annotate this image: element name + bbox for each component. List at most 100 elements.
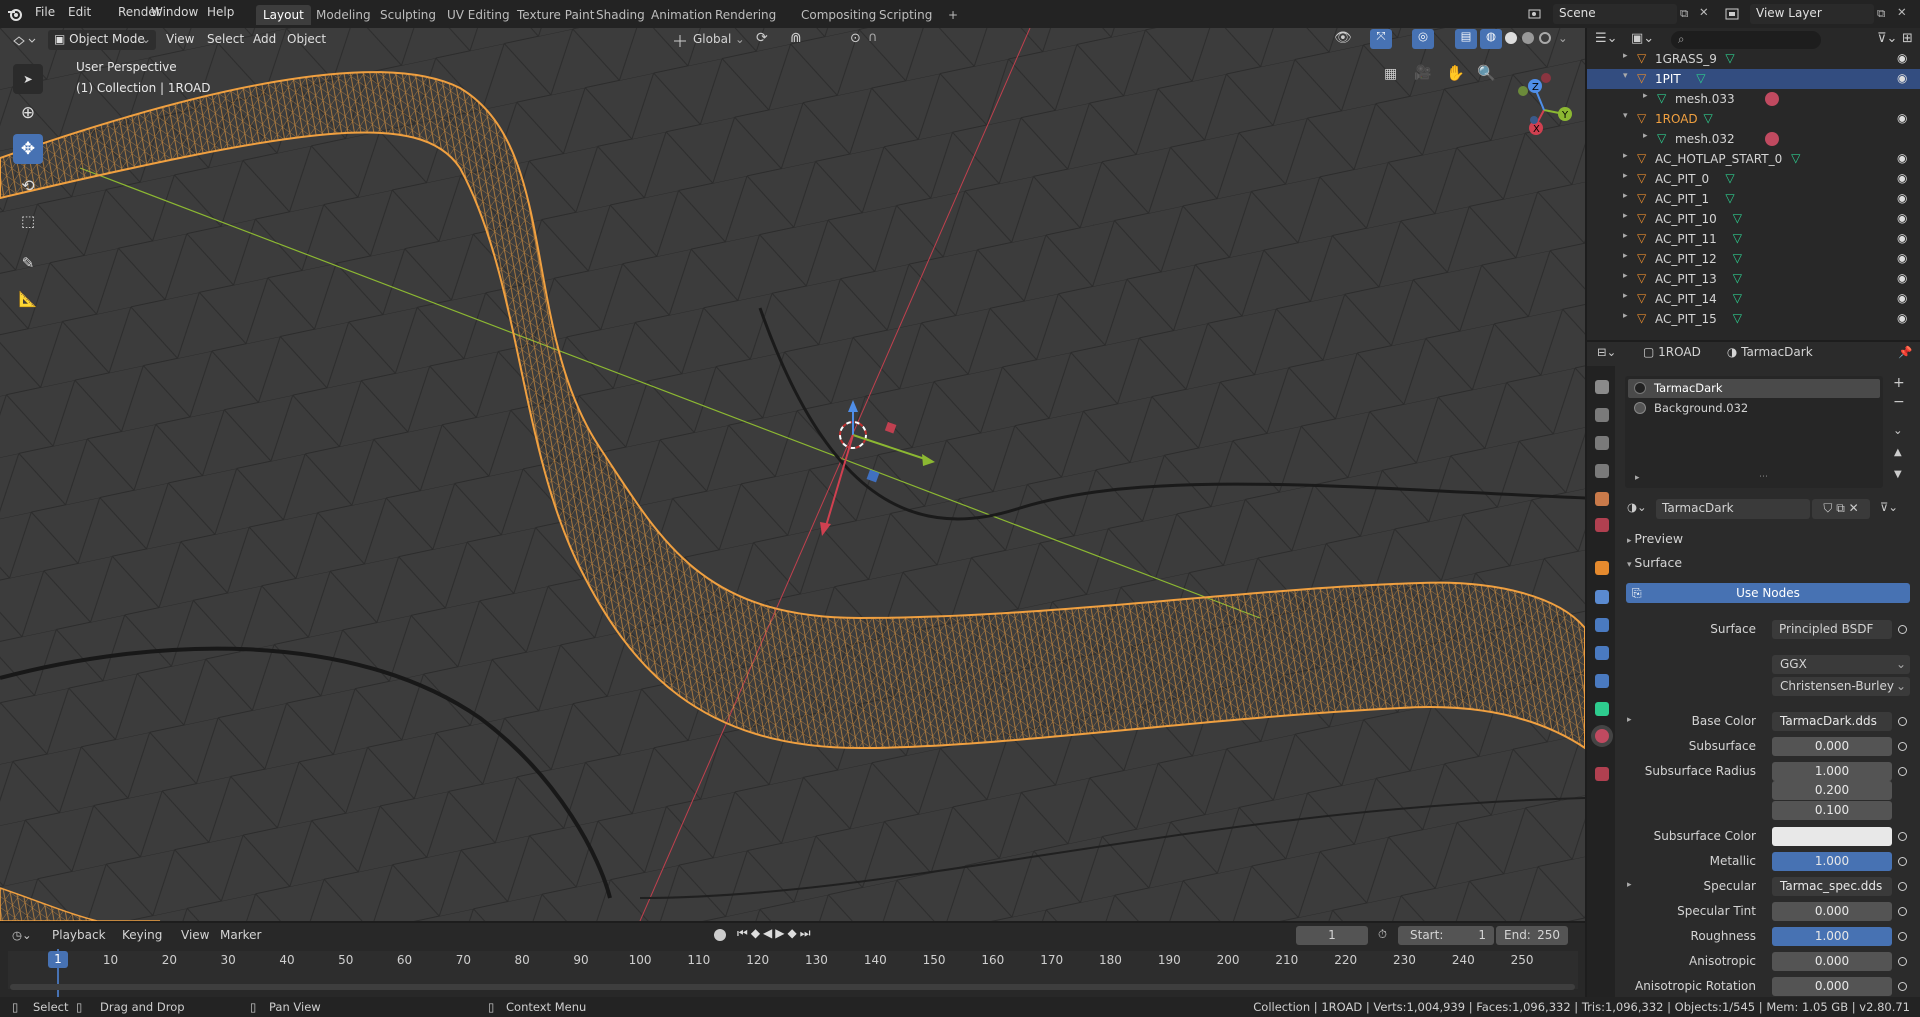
outliner-row[interactable]: ▸ ▽ AC_PIT_14 ▽ ◉ <box>1587 289 1920 309</box>
view-layer-tab-icon[interactable] <box>1595 464 1609 478</box>
move-down-icon[interactable]: ▼ <box>1894 469 1902 480</box>
menu-help[interactable]: Help <box>207 5 234 19</box>
fake-user-icon[interactable]: ⛉ <box>1823 501 1832 515</box>
modifier-tab-icon[interactable] <box>1595 590 1609 604</box>
new-view-layer-icon[interactable]: ⧉ <box>1877 6 1885 21</box>
visibility-icon[interactable]: 👁 <box>1334 30 1352 46</box>
cursor-tool[interactable]: ⊕ <box>13 98 43 128</box>
disclosure-triangle-icon[interactable]: ▸ <box>1623 211 1628 221</box>
properties-editor-icon[interactable]: ⊟⌄ <box>1597 345 1616 359</box>
outliner-row[interactable]: ▸ ▽ AC_PIT_13 ▽ ◉ <box>1587 269 1920 289</box>
view-layer-selector[interactable]: View Layer <box>1750 4 1874 24</box>
prev-keyframe-icon[interactable]: ◆ <box>751 926 763 940</box>
timeline-menu-playback[interactable]: Playback <box>52 928 106 942</box>
outliner-editor-icon[interactable]: ☰⌄ <box>1595 31 1618 46</box>
delete-scene-icon[interactable]: ✕ <box>1699 5 1709 19</box>
field-value-specular-tint[interactable]: 0.000 <box>1772 902 1892 921</box>
workspace-tab--[interactable]: + <box>941 5 965 25</box>
disclosure-triangle-icon[interactable]: ▸ <box>1623 311 1628 321</box>
mesh-data-icon[interactable]: ▽ <box>1733 251 1742 265</box>
unlink-material-icon[interactable]: ✕ <box>1849 501 1859 515</box>
texture-tab-icon[interactable] <box>1595 767 1609 781</box>
remove-slot-button[interactable]: − <box>1893 394 1905 410</box>
orientation-selector[interactable]: Global <box>693 32 731 46</box>
field-value-metallic[interactable]: 1.000 <box>1772 852 1892 871</box>
navigation-gizmo[interactable]: X Y Z <box>1508 70 1578 140</box>
timeline-scrollbar[interactable] <box>10 984 1575 990</box>
eye-icon[interactable]: ◉ <box>1897 231 1907 245</box>
socket-link-icon[interactable] <box>1898 907 1907 916</box>
menu-edit[interactable]: Edit <box>68 5 91 19</box>
disclosure-triangle-icon[interactable]: ▸ <box>1623 291 1628 301</box>
timeline-menu-keying[interactable]: Keying <box>122 928 162 942</box>
rendered-shading-icon[interactable] <box>1539 32 1551 44</box>
pivot-icon[interactable]: ⟳ <box>756 30 768 46</box>
physics-tab-icon[interactable] <box>1595 646 1609 660</box>
viewport-menu-view[interactable]: View <box>166 32 194 46</box>
scene-tab-icon[interactable] <box>1595 492 1609 506</box>
move-tool[interactable]: ✥ <box>13 134 43 164</box>
camera-view-icon[interactable]: 🎥 <box>1414 65 1431 81</box>
current-frame-field[interactable]: 1 <box>1296 926 1368 945</box>
socket-link-icon[interactable] <box>1898 832 1907 841</box>
end-frame-field[interactable]: End: 250 <box>1496 926 1568 945</box>
pan-hand-icon[interactable]: ✋ <box>1446 64 1465 82</box>
move-up-icon[interactable]: ▲ <box>1894 447 1902 458</box>
timeline-editor-icon[interactable]: ◷⌄ <box>12 928 32 942</box>
play-reverse-icon[interactable]: ◀ <box>763 926 775 940</box>
world-tab-icon[interactable] <box>1595 518 1609 532</box>
play-icon[interactable]: ▶ <box>775 926 787 940</box>
material-link-icon[interactable]: ⊽⌄ <box>1880 500 1898 514</box>
eye-icon[interactable]: ◉ <box>1897 151 1907 165</box>
field-value-base-color[interactable]: TarmacDark.dds <box>1772 712 1892 731</box>
expand-triangle-icon[interactable]: ▸ <box>1635 473 1640 483</box>
eye-icon[interactable]: ◉ <box>1897 71 1907 85</box>
disclosure-triangle-icon[interactable]: ▸ <box>1623 271 1628 281</box>
mesh-data-icon[interactable]: ▽ <box>1733 271 1742 285</box>
start-frame-field[interactable]: Start: 1 <box>1398 926 1494 945</box>
filter-icon[interactable]: ⊽⌄ <box>1877 31 1897 46</box>
workspace-tab-compositing[interactable]: Compositing <box>794 5 883 25</box>
socket-link-icon[interactable] <box>1898 982 1907 991</box>
field-value-radius-component[interactable]: 0.100 <box>1772 801 1892 820</box>
field-value-radius-component[interactable]: 0.200 <box>1772 781 1892 800</box>
field-value-subsurface-color[interactable] <box>1772 827 1892 846</box>
particles-tab-icon[interactable] <box>1595 618 1609 632</box>
mesh-data-icon[interactable]: ▽ <box>1733 291 1742 305</box>
subsurface-method-selector[interactable]: Christensen-Burley ⌄ <box>1772 677 1910 696</box>
mesh-data-icon[interactable]: ▽ <box>1725 191 1734 205</box>
eye-icon[interactable]: ◉ <box>1897 211 1907 225</box>
eye-icon[interactable]: ◉ <box>1897 191 1907 205</box>
outliner-row[interactable]: ▾ ▽ 1PIT ▽ ◉ <box>1587 69 1920 89</box>
disclosure-triangle-icon[interactable]: ▸ <box>1623 151 1628 161</box>
workspace-tab-texture-paint[interactable]: Texture Paint <box>510 5 601 25</box>
wireframe-shading-icon[interactable]: ◍ <box>1480 29 1502 49</box>
timeline-menu-view[interactable]: View <box>181 928 209 942</box>
field-value-subsurface-radius[interactable]: 1.000 <box>1772 762 1892 781</box>
outliner-row[interactable]: ▸ ▽ AC_PIT_0 ▽ ◉ <box>1587 169 1920 189</box>
disclosure-triangle-icon[interactable]: ▸ <box>1623 231 1628 241</box>
socket-link-icon[interactable] <box>1898 625 1907 634</box>
outliner-row[interactable]: ▸ ▽ 1GRASS_9 ▽ ◉ <box>1587 49 1920 69</box>
eye-icon[interactable]: ◉ <box>1897 251 1907 265</box>
eye-icon[interactable]: ◉ <box>1897 291 1907 305</box>
outliner-row[interactable]: ▸ ▽ AC_PIT_11 ▽ ◉ <box>1587 229 1920 249</box>
xray-toggle-icon[interactable]: ▤ <box>1455 29 1477 49</box>
socket-link-icon[interactable] <box>1898 932 1907 941</box>
solid-shading-icon[interactable] <box>1505 32 1517 44</box>
gizmo-toggle-icon[interactable]: ⤧ <box>1370 29 1392 49</box>
field-value-specular[interactable]: Tarmac_spec.dds <box>1772 877 1892 896</box>
stopwatch-icon[interactable]: ⏱ <box>1378 927 1387 942</box>
eye-icon[interactable]: ◉ <box>1897 271 1907 285</box>
viewport-menu-select[interactable]: Select <box>207 32 244 46</box>
grid-view-icon[interactable]: ▦ <box>1384 66 1397 82</box>
slot-specials-icon[interactable]: ⌄ <box>1893 423 1903 437</box>
new-collection-icon[interactable]: ⊞ <box>1902 31 1913 46</box>
outliner-row[interactable]: ▸ ▽ AC_HOTLAP_START_0 ▽ ◉ <box>1587 149 1920 169</box>
snap-icon[interactable]: ⋒ <box>790 30 802 46</box>
duplicate-material-icon[interactable]: ⧉ <box>1836 501 1845 515</box>
expand-triangle-icon[interactable]: ▸ <box>1627 715 1632 725</box>
record-icon[interactable] <box>714 929 726 941</box>
outliner-row[interactable]: ▸ ▽ AC_PIT_1 ▽ ◉ <box>1587 189 1920 209</box>
zoom-icon[interactable]: 🔍 <box>1477 64 1496 82</box>
